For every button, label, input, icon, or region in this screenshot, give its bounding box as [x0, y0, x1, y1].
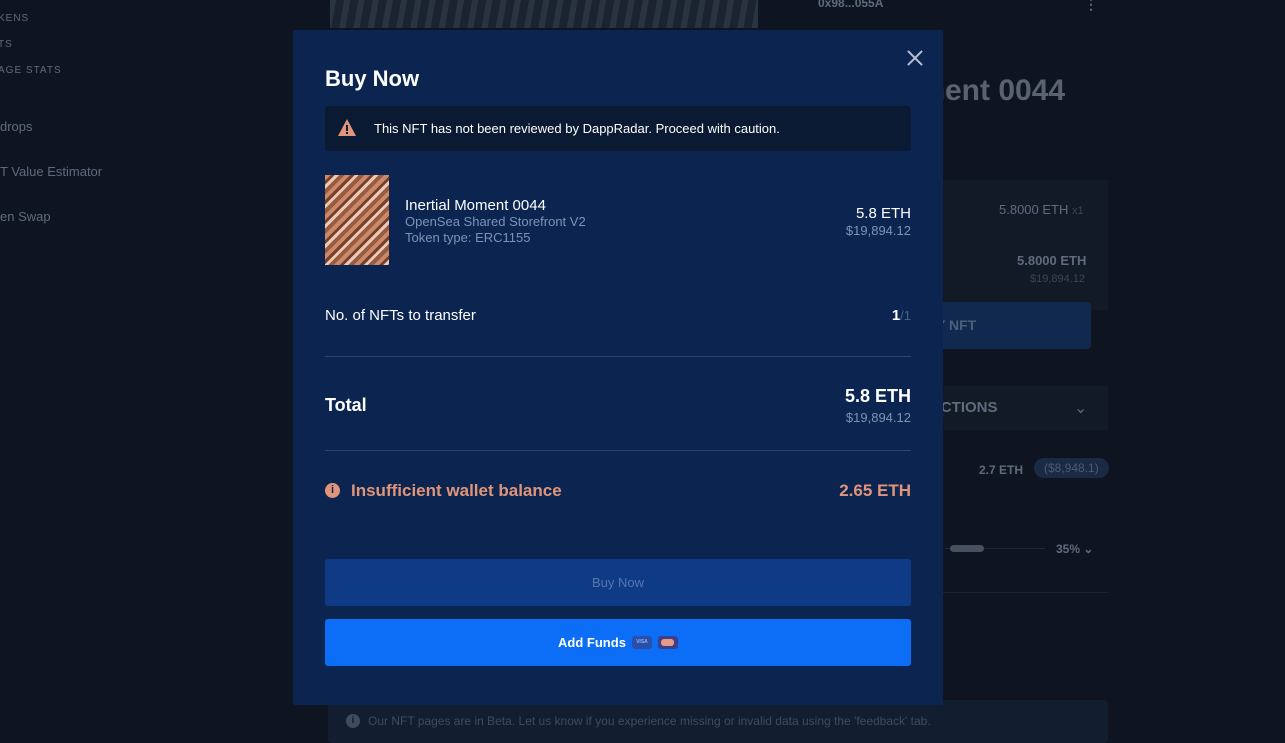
- balance-usd-badge: ($8,948.1): [1034, 458, 1109, 478]
- nft-price-eth: 5.8 ETH: [855, 205, 911, 222]
- sidebar-item-usage-stats[interactable]: AGE STATS: [0, 65, 62, 76]
- price-row-1-value: 5.8000 ETH: [999, 202, 1069, 217]
- modal-title: Buy Now: [325, 66, 420, 91]
- price-row-2-usd: $19,894.12: [1030, 273, 1086, 285]
- warning-icon: [338, 119, 356, 136]
- nft-price-usd: $19,894.12: [845, 223, 911, 238]
- price-row-1: 5.8000 ETH x1: [999, 202, 1084, 217]
- quantity-label: No. of NFTs to transfer: [325, 307, 476, 324]
- nft-thumbnail: [325, 175, 389, 265]
- percent-dropdown[interactable]: 35% ⌄: [1056, 542, 1093, 556]
- nft-token-type: Token type: ERC1155: [405, 230, 531, 245]
- divider: [930, 592, 1108, 593]
- progress-bar: [950, 545, 984, 552]
- sidebar-item-stats[interactable]: TS: [0, 39, 13, 50]
- info-icon: i: [346, 714, 360, 728]
- nft-collection: OpenSea Shared Storefront V2: [405, 214, 586, 229]
- nft-hero-image: [330, 0, 758, 28]
- warning-text: This NFT has not been reviewed by DappRa…: [374, 121, 780, 136]
- quantity-input[interactable]: 1/1: [892, 307, 911, 324]
- buy-now-modal: Buy Now This NFT has not been reviewed b…: [293, 30, 943, 705]
- owner-address[interactable]: 0x98...055A: [818, 0, 883, 10]
- sidebar-item-tokens[interactable]: KENS: [0, 13, 29, 24]
- mastercard-icon: [657, 636, 678, 649]
- divider: [325, 356, 911, 357]
- chevron-down-icon[interactable]: ⌄: [1074, 398, 1087, 418]
- sidebar-item-nft-value-estimator[interactable]: T Value Estimator: [0, 164, 102, 179]
- wallet-balance-amount: 2.65 ETH: [839, 481, 911, 500]
- info-icon: i: [325, 483, 340, 498]
- insufficient-balance-label: Insufficient wallet balance: [351, 481, 562, 500]
- total-eth: 5.8 ETH: [844, 386, 911, 406]
- quantity-value[interactable]: 1: [892, 307, 900, 324]
- balance-eth: 2.7 ETH: [979, 463, 1024, 477]
- divider: [325, 450, 911, 451]
- price-row-2: 5.8000 ETH: [1017, 253, 1086, 268]
- total-usd: $19,894.12: [845, 410, 911, 425]
- total-label: Total: [325, 395, 367, 415]
- warning-banner: This NFT has not been reviewed by DappRa…: [325, 106, 911, 151]
- beta-notice-text: Our NFT pages are in Beta. Let us know i…: [368, 714, 931, 728]
- add-funds-label: Add Funds: [558, 635, 626, 650]
- visa-icon: VISA: [631, 636, 652, 649]
- buy-now-button[interactable]: Buy Now: [325, 559, 911, 606]
- price-row-1-qty: x1: [1072, 205, 1084, 217]
- more-options-icon[interactable]: ⋮: [1084, 0, 1098, 13]
- add-funds-button[interactable]: Add Funds VISA: [325, 619, 911, 666]
- quantity-max: /1: [900, 308, 911, 323]
- beta-notice: i Our NFT pages are in Beta. Let us know…: [328, 700, 1108, 743]
- close-icon[interactable]: [904, 47, 926, 69]
- sidebar-item-airdrops[interactable]: drops: [0, 119, 33, 134]
- price-row-2-value: 5.8000 ETH: [1017, 253, 1087, 268]
- buy-nft-button[interactable]: Y NFT: [930, 302, 1091, 349]
- nft-name: Inertial Moment 0044: [405, 197, 546, 214]
- sidebar-item-token-swap[interactable]: en Swap: [0, 209, 51, 224]
